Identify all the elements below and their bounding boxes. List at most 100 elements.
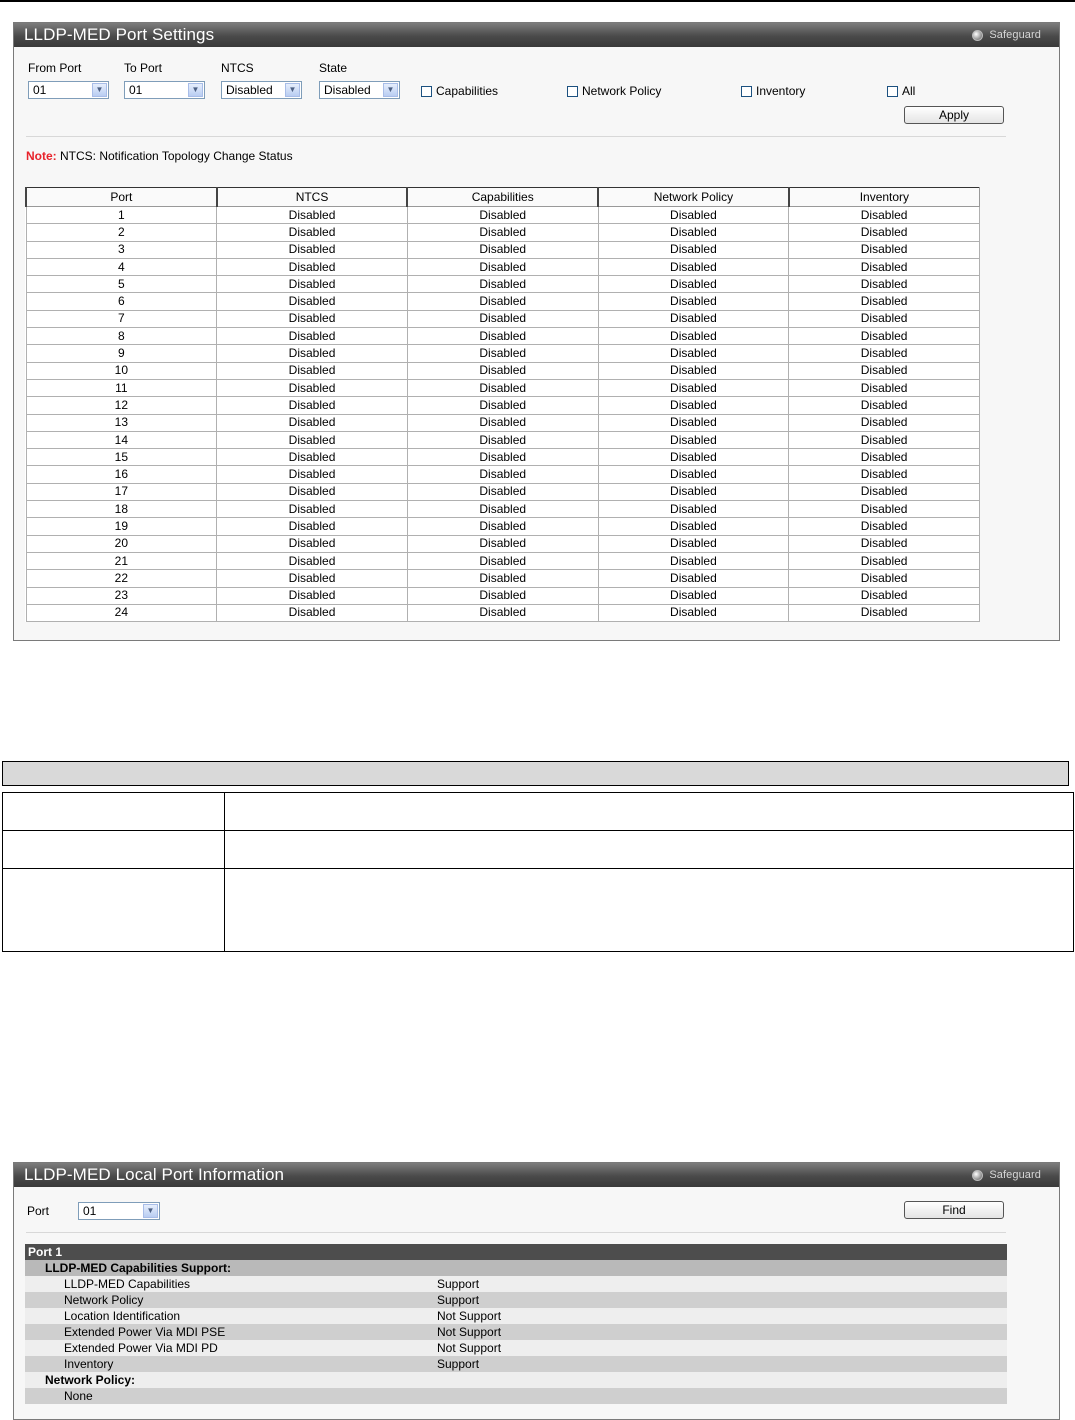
- table-cell: Disabled: [216, 205, 408, 225]
- table-cell: Disabled: [216, 482, 408, 502]
- all-checkbox[interactable]: All: [887, 84, 915, 98]
- table-cell: 8: [25, 327, 218, 346]
- table-cell: 10: [25, 361, 218, 380]
- capability-support: Support: [437, 1277, 480, 1291]
- table-row: 12 Disabled Disabled Disabled Disabled: [25, 396, 980, 415]
- table-cell: 15: [25, 448, 218, 467]
- network-policy-checkbox[interactable]: Network Policy: [567, 84, 661, 98]
- checkbox-box[interactable]: [741, 85, 752, 97]
- list-item: Location Identification Not Support: [25, 1308, 1007, 1324]
- table-cell: Disabled: [216, 292, 408, 311]
- ntcs-value: Disabled: [226, 83, 273, 97]
- table-row: 13 Disabled Disabled Disabled Disabled: [25, 413, 980, 432]
- table-row: 21 Disabled Disabled Disabled Disabled: [25, 551, 980, 571]
- table-cell: Disabled: [406, 205, 599, 225]
- table-cell: 23: [25, 586, 218, 605]
- table-cell: Disabled: [597, 396, 790, 415]
- table-cell: Disabled: [406, 448, 599, 467]
- table-cell: Disabled: [597, 205, 790, 225]
- checkbox-box[interactable]: [567, 85, 578, 97]
- capabilities-checkbox[interactable]: Capabilities: [421, 84, 498, 98]
- table-cell: Disabled: [597, 482, 790, 502]
- column-header-port: Port: [25, 187, 218, 207]
- panel-title-bar: LLDP-MED Port Settings Safeguard: [14, 23, 1059, 47]
- table-cell: Disabled: [597, 361, 790, 380]
- table-cell: Disabled: [216, 448, 408, 467]
- port-select[interactable]: 01 ▼: [78, 1202, 160, 1220]
- table-cell: 11: [25, 378, 218, 398]
- table-cell: Disabled: [597, 517, 790, 536]
- chevron-down-icon[interactable]: ▼: [92, 83, 107, 97]
- table-cell: Disabled: [216, 465, 408, 484]
- state-value: Disabled: [324, 83, 371, 97]
- table-cell: Disabled: [406, 603, 599, 623]
- table-cell: Disabled: [216, 517, 408, 536]
- from-port-select[interactable]: 01 ▼: [28, 81, 109, 99]
- table-cell: 3: [25, 240, 218, 259]
- capability-name: Location Identification: [64, 1309, 181, 1323]
- to-port-select[interactable]: 01 ▼: [124, 81, 205, 99]
- table-row: [2, 830, 1074, 869]
- column-header-ntcs: NTCS: [215, 187, 408, 207]
- from-port-value: 01: [33, 83, 47, 97]
- capability-name: Network Policy: [64, 1293, 144, 1307]
- table-cell: Disabled: [406, 586, 599, 605]
- parameter-description-table: [2, 792, 1074, 952]
- table-cell: Disabled: [788, 500, 980, 519]
- table-cell: Disabled: [788, 517, 980, 536]
- table-cell: 17: [25, 482, 218, 502]
- table-cell: Disabled: [788, 396, 980, 415]
- column-header-inventory: Inventory: [787, 187, 980, 207]
- inventory-checkbox[interactable]: Inventory: [741, 84, 805, 98]
- chevron-down-icon[interactable]: ▼: [143, 1204, 158, 1218]
- checkbox-box[interactable]: [421, 85, 432, 97]
- table-cell: Disabled: [597, 569, 790, 588]
- find-button[interactable]: Find: [904, 1201, 1004, 1219]
- table-cell: Disabled: [788, 257, 980, 277]
- chevron-down-icon[interactable]: ▼: [383, 83, 398, 97]
- panel-title-bar: LLDP-MED Local Port Information Safeguar…: [14, 1163, 1059, 1187]
- table-cell: Disabled: [597, 275, 790, 294]
- table-cell: Disabled: [788, 465, 980, 484]
- table-cell: Disabled: [597, 603, 790, 623]
- list-item: Extended Power Via MDI PSE Not Support: [25, 1324, 1007, 1340]
- capability-name: Extended Power Via MDI PSE: [64, 1325, 226, 1339]
- table-cell: 12: [25, 396, 218, 415]
- capability-name: LLDP-MED Capabilities: [64, 1277, 191, 1291]
- table-cell: Disabled: [597, 344, 790, 363]
- to-port-label: To Port: [124, 61, 163, 75]
- capability-support: Support: [437, 1357, 480, 1371]
- table-cell: Disabled: [216, 603, 408, 623]
- table-cell: Disabled: [216, 275, 408, 294]
- apply-button[interactable]: Apply: [904, 106, 1004, 124]
- table-cell: Disabled: [406, 551, 599, 571]
- panel-title: LLDP-MED Port Settings: [24, 25, 215, 44]
- table-cell: Disabled: [216, 327, 408, 346]
- table-cell: Disabled: [216, 569, 408, 588]
- safeguard-icon: [972, 29, 984, 41]
- divider: [26, 1232, 1006, 1233]
- table-row: [2, 792, 1074, 831]
- table-cell: Disabled: [216, 309, 408, 329]
- table-cell: Disabled: [406, 309, 599, 329]
- table-row: 16 Disabled Disabled Disabled Disabled: [25, 465, 980, 484]
- chevron-down-icon[interactable]: ▼: [285, 83, 300, 97]
- note-text: NTCS: Notification Topology Change Statu…: [56, 149, 293, 163]
- checkbox-box[interactable]: [887, 85, 898, 97]
- table-cell: Disabled: [216, 361, 408, 380]
- chevron-down-icon[interactable]: ▼: [188, 83, 203, 97]
- table-cell: Disabled: [597, 309, 790, 329]
- page-top-rule: [0, 0, 1075, 2]
- table-cell: Disabled: [406, 465, 599, 484]
- state-select[interactable]: Disabled ▼: [319, 81, 400, 99]
- table-row: 3 Disabled Disabled Disabled Disabled: [25, 240, 980, 259]
- table-row: 6 Disabled Disabled Disabled Disabled: [25, 292, 980, 311]
- table-cell: Disabled: [406, 413, 599, 432]
- table-cell: Disabled: [788, 482, 980, 502]
- table-cell: 19: [25, 517, 218, 536]
- safeguard-indicator: Safeguard: [972, 23, 1041, 47]
- ntcs-select[interactable]: Disabled ▼: [221, 81, 302, 99]
- table-cell: Disabled: [406, 344, 599, 363]
- list-item: Network Policy Support: [25, 1292, 1007, 1308]
- table-cell: Disabled: [788, 309, 980, 329]
